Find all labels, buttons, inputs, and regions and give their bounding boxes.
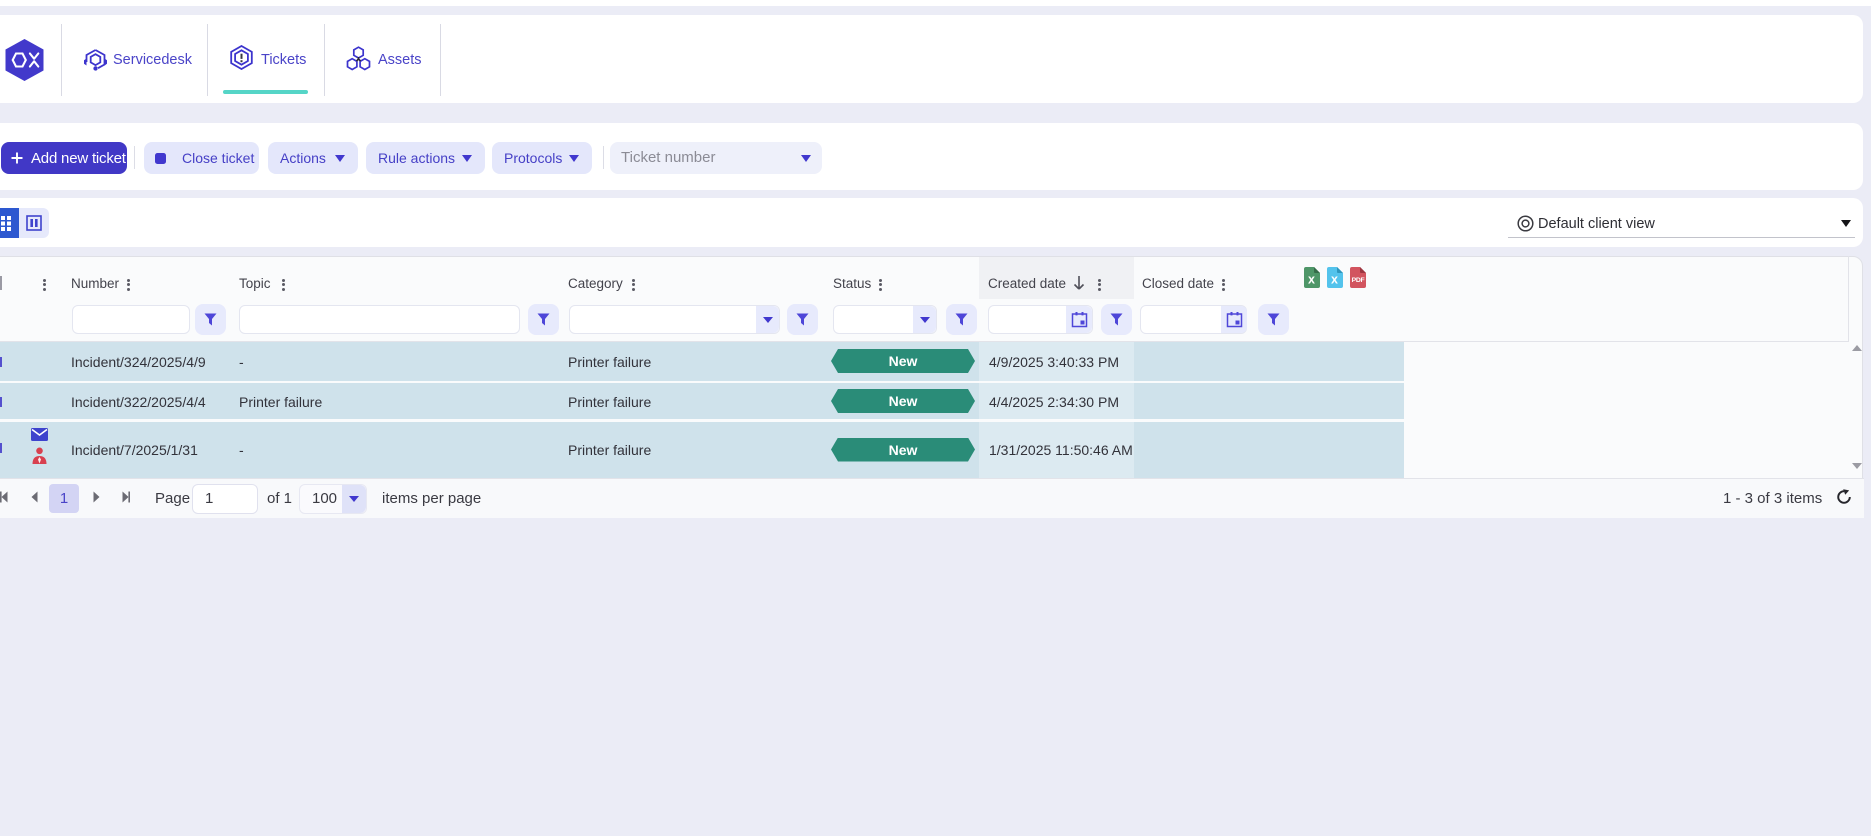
svg-text:x: x [1308, 273, 1315, 287]
svg-text:PDF: PDF [1352, 277, 1365, 284]
svg-text:x: x [1331, 273, 1338, 287]
